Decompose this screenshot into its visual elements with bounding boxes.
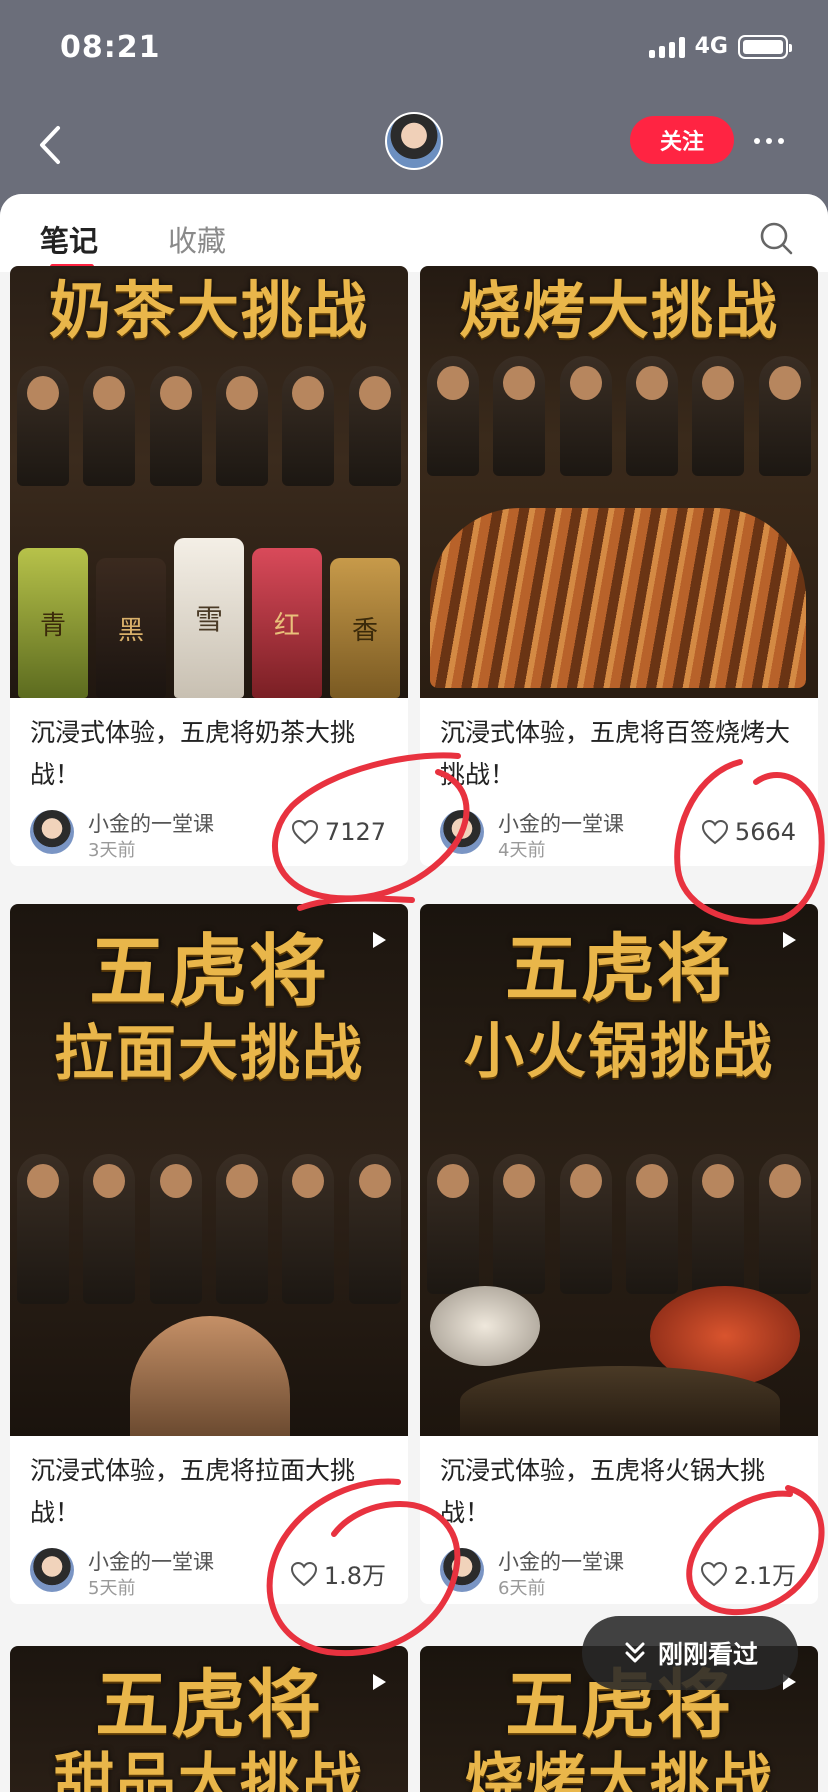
author-name[interactable]: 小金的一堂课 — [498, 808, 624, 838]
cover-pot-left — [430, 1286, 540, 1366]
note-info: 沉浸式体验，五虎将火锅大挑战！ 小金的一堂课 6天前 2.1万 — [420, 1436, 818, 1604]
like-count: 5664 — [734, 818, 796, 846]
note-info: 沉浸式体验，五虎将奶茶大挑战！ 小金的一堂课 3天前 7127 — [10, 698, 408, 866]
more-icon[interactable] — [754, 138, 784, 144]
cover-title: 烧烤大挑战 — [458, 274, 779, 347]
heart-icon — [290, 1561, 317, 1586]
note-info: 沉浸式体验，五虎将拉面大挑战！ 小金的一堂课 5天前 1.8万 — [10, 1436, 408, 1604]
note-card[interactable]: 五虎将 小火锅挑战 沉浸式体验，五虎将火锅大挑战！ 小金的一堂课 6天前 2.1… — [420, 904, 818, 1604]
cover-title-line1: 五虎将 — [88, 926, 329, 1017]
search-icon[interactable] — [758, 220, 794, 256]
post-time: 3天前 — [88, 840, 136, 861]
like-button[interactable]: 2.1万 — [700, 1556, 796, 1591]
note-title: 沉浸式体验，五虎将火锅大挑战！ — [440, 1456, 766, 1527]
author-name[interactable]: 小金的一堂课 — [88, 808, 214, 838]
heart-icon — [291, 819, 318, 845]
profile-header: 关注 — [0, 100, 828, 196]
cover-skewers — [430, 508, 806, 688]
like-button[interactable]: 7127 — [291, 818, 386, 846]
note-meta: 小金的一堂课 4天前 5664 — [440, 796, 798, 866]
author-avatar[interactable] — [30, 810, 74, 854]
post-time: 5天前 — [88, 1578, 136, 1599]
heart-icon — [701, 819, 728, 845]
note-title: 沉浸式体验，五虎将奶茶大挑战！ — [30, 718, 356, 789]
cover-cups: 青 黑 雪 红 香 — [10, 508, 408, 698]
tab-notes[interactable]: 笔记 — [40, 218, 98, 260]
post-time: 4天前 — [498, 840, 546, 861]
note-title: 沉浸式体验，五虎将拉面大挑战！ — [30, 1456, 356, 1527]
note-cover: 五虎将 小火锅挑战 — [420, 904, 818, 1436]
note-card[interactable]: 奶茶大挑战 青 黑 雪 红 香 沉浸式体验，五虎将奶茶大挑战！ 小金的一堂课 3… — [10, 266, 408, 866]
author-avatar[interactable] — [440, 810, 484, 854]
author-name[interactable]: 小金的一堂课 — [88, 1546, 214, 1576]
cover-figures — [10, 366, 408, 486]
recently-viewed-label: 刚刚看过 — [657, 1640, 758, 1669]
heart-icon — [700, 1561, 727, 1586]
note-title: 沉浸式体验，五虎将百签烧烤大挑战！ — [440, 718, 791, 789]
author-avatar[interactable] — [440, 1548, 484, 1592]
like-count: 2.1万 — [733, 1562, 796, 1590]
cover-title-line2: 小火锅挑战 — [464, 1017, 774, 1087]
status-bar: 08:21 4G — [0, 0, 828, 100]
note-cover: 烧烤大挑战 — [420, 266, 818, 698]
follow-button[interactable]: 关注 — [630, 116, 734, 164]
note-cover: 奶茶大挑战 青 黑 雪 红 香 — [10, 266, 408, 698]
content-sheet: 笔记 收藏 奶茶大挑战 青 黑 雪 红 香 沉浸式体验，五虎将奶茶大挑战！ 小金… — [0, 194, 828, 1792]
battery-icon — [738, 34, 792, 59]
like-button[interactable]: 1.8万 — [290, 1556, 386, 1591]
note-cover: 五虎将 拉面大挑战 — [10, 904, 408, 1436]
note-info: 沉浸式体验，五虎将百签烧烤大挑战！ 小金的一堂课 4天前 5664 — [420, 698, 818, 866]
cover-title-line2: 拉面大挑战 — [54, 1019, 364, 1089]
cover-figures — [420, 356, 818, 476]
signal-icon — [648, 36, 685, 58]
note-cover: 五虎将 甜品大挑战 — [10, 1646, 408, 1792]
cover-title-line1: 五虎将 — [505, 926, 733, 1012]
author-name[interactable]: 小金的一堂课 — [498, 1546, 624, 1576]
cover-figures — [420, 1154, 818, 1294]
cover-title-line2: 烧烤大挑战 — [464, 1747, 774, 1792]
cover-title: 奶茶大挑战 — [48, 274, 369, 347]
note-meta: 小金的一堂课 6天前 2.1万 — [440, 1534, 798, 1604]
like-count: 7127 — [324, 818, 386, 846]
cover-hero — [130, 1316, 290, 1436]
status-time: 08:21 — [60, 30, 161, 65]
double-chevron-down-icon — [625, 1642, 645, 1663]
cover-title-line2: 甜品大挑战 — [54, 1747, 364, 1792]
tab-collections[interactable]: 收藏 — [168, 218, 226, 260]
avatar[interactable] — [385, 112, 443, 170]
status-indicators: 4G — [648, 34, 792, 59]
recently-viewed-button[interactable]: 刚刚看过 — [582, 1616, 798, 1690]
note-meta: 小金的一堂课 5天前 1.8万 — [30, 1534, 388, 1604]
note-card[interactable]: 五虎将 甜品大挑战 — [10, 1646, 408, 1792]
note-meta: 小金的一堂课 3天前 7127 — [30, 796, 388, 866]
tab-bar: 笔记 收藏 — [0, 194, 828, 272]
note-card[interactable]: 烧烤大挑战 沉浸式体验，五虎将百签烧烤大挑战！ 小金的一堂课 4天前 5664 — [420, 266, 818, 866]
like-count: 1.8万 — [323, 1562, 386, 1590]
note-card[interactable]: 五虎将 拉面大挑战 沉浸式体验，五虎将拉面大挑战！ 小金的一堂课 5天前 1.8… — [10, 904, 408, 1604]
network-type: 4G — [694, 34, 728, 59]
back-icon[interactable] — [32, 122, 72, 168]
post-time: 6天前 — [498, 1578, 546, 1599]
cover-title-line1: 五虎将 — [95, 1662, 323, 1748]
cover-dishes — [460, 1366, 780, 1436]
like-button[interactable]: 5664 — [701, 818, 796, 846]
cover-figures — [10, 1154, 408, 1304]
author-avatar[interactable] — [30, 1548, 74, 1592]
